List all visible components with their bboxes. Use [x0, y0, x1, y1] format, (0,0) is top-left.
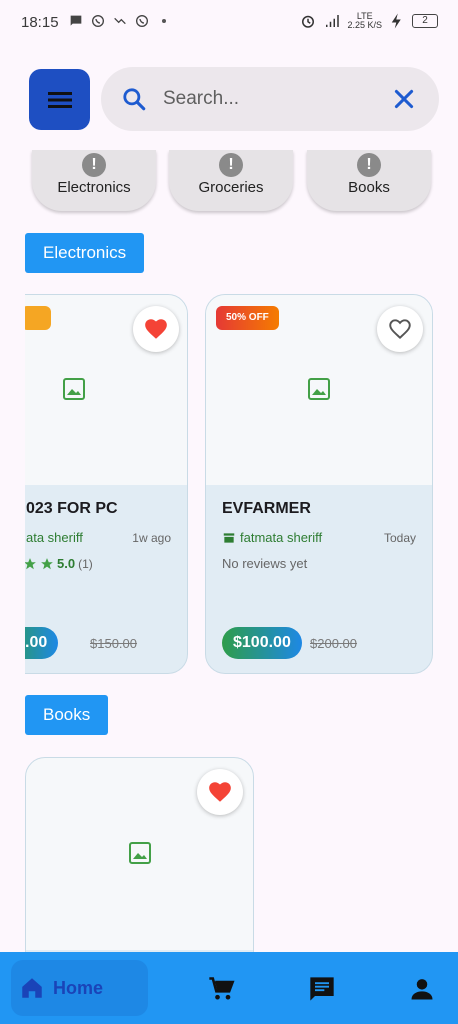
heart-filled-icon: [145, 319, 167, 339]
cart-icon[interactable]: [207, 975, 235, 1003]
price-pill: $100.00: [222, 627, 302, 659]
charging-icon: [391, 13, 401, 29]
system-icons: LTE 2.25 K/S 2: [299, 12, 438, 30]
product-time: 1w ago: [132, 531, 171, 545]
product-rating: 5.0 (1): [25, 556, 93, 571]
status-time: 18:15: [21, 14, 59, 31]
favorite-button[interactable]: [133, 306, 179, 352]
alarm-icon: [302, 15, 315, 28]
store-icon: [223, 532, 235, 543]
alert-icon: !: [219, 153, 243, 177]
category-books[interactable]: ! Books: [307, 150, 431, 211]
whatsapp-icon: [92, 15, 104, 27]
product-title: EVFARMER: [222, 500, 311, 517]
product-card[interactable]: 023 FOR PC ata sheriff 1w ago 5.0 (1) .0…: [25, 294, 188, 674]
seller-name: fatmata sheriff: [240, 530, 323, 545]
category-groceries[interactable]: ! Groceries: [169, 150, 293, 211]
favorite-button[interactable]: [197, 769, 243, 815]
product-seller: fatmata sheriff: [222, 530, 322, 545]
section-heading-books[interactable]: Books: [25, 695, 109, 735]
home-icon: [22, 978, 42, 998]
discount-badge: [25, 306, 51, 330]
old-price: $150.00: [90, 636, 137, 651]
bottom-navigation: Home: [0, 952, 458, 1024]
image-placeholder-icon: [308, 378, 330, 400]
message-icon: [70, 15, 82, 26]
whatsapp-icon: [136, 15, 148, 27]
category-label: Groceries: [198, 179, 264, 196]
person-icon[interactable]: [408, 975, 436, 1003]
category-electronics[interactable]: ! Electronics: [32, 150, 156, 211]
network-speed: LTE 2.25 K/S: [347, 12, 382, 30]
electronics-product-list[interactable]: 023 FOR PC ata sheriff 1w ago 5.0 (1) .0…: [25, 294, 458, 676]
alert-icon: !: [357, 153, 381, 177]
product-seller: ata sheriff: [26, 530, 83, 545]
chat-icon[interactable]: [308, 975, 336, 1003]
network-rate: 2.25 K/S: [347, 20, 382, 30]
nav-home[interactable]: Home: [11, 960, 148, 1016]
product-time: Today: [383, 531, 416, 545]
old-price: $200.00: [310, 636, 357, 651]
nav-home-label: Home: [53, 977, 104, 998]
review-count: (1): [78, 556, 93, 571]
star-icon: [41, 557, 53, 569]
section-heading-electronics[interactable]: Electronics: [25, 233, 145, 273]
search-icon: [123, 88, 146, 111]
star-icon: [25, 557, 36, 569]
image-placeholder-icon: [63, 378, 85, 400]
dot-icon: [162, 19, 166, 23]
missed-call-icon: [114, 17, 126, 25]
category-label: Books: [348, 179, 390, 196]
search-input[interactable]: [163, 83, 383, 115]
menu-button[interactable]: [29, 69, 90, 130]
heart-outline-icon: [389, 319, 411, 339]
discount-badge: 50% OFF: [216, 306, 279, 330]
price-pill: .00: [25, 627, 59, 659]
hamburger-icon: [47, 91, 72, 108]
category-row: ! Electronics ! Groceries ! Books: [0, 150, 458, 216]
heart-filled-icon: [209, 782, 231, 802]
product-title: 023 FOR PC: [26, 500, 118, 517]
image-placeholder-icon: [129, 842, 151, 864]
status-bar: 18:15 LTE 2.25 K/S 2: [0, 0, 458, 46]
category-label: Electronics: [57, 179, 131, 196]
close-icon[interactable]: [391, 86, 417, 112]
rating-value: 5.0: [57, 556, 76, 571]
favorite-button[interactable]: [377, 306, 423, 352]
no-reviews-text: No reviews yet: [222, 556, 308, 571]
product-card[interactable]: [25, 757, 254, 957]
search-bar[interactable]: [101, 67, 439, 131]
product-card[interactable]: 50% OFF EVFARMER fatmata sheriff Today N…: [205, 294, 433, 674]
battery-indicator: 2: [412, 14, 438, 28]
notification-icons: [68, 13, 172, 29]
alert-icon: !: [82, 153, 106, 177]
signal-icon: [326, 15, 340, 27]
